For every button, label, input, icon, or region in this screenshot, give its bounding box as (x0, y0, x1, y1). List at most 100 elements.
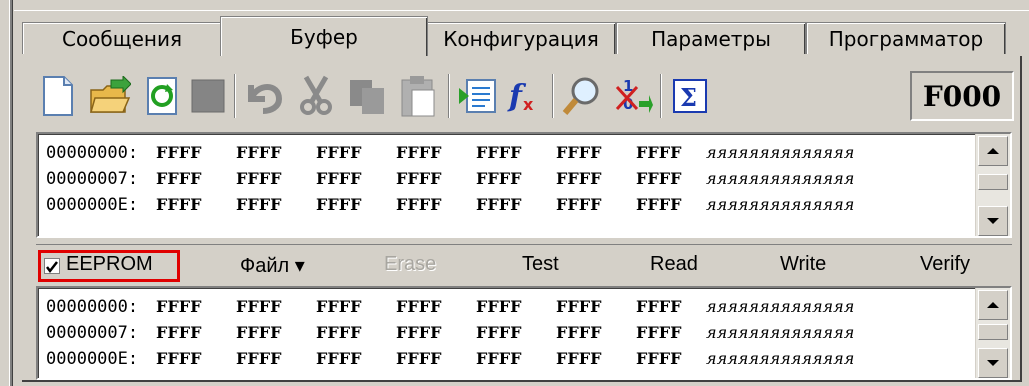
hex-word: FFFF (316, 143, 362, 162)
eeprom-checkbox[interactable] (44, 258, 60, 274)
hex-word: FFFF (636, 323, 682, 342)
buffer-hex-view[interactable]: 00000000: FFFF FFFF FFFF FFFF FFFF FFFF FFFF яяя… (36, 132, 1012, 238)
hex-word: FFFF (156, 297, 202, 316)
toolbar: fx 10 Σ F000 (34, 68, 1014, 124)
tab-label: Буфер (290, 24, 358, 49)
checksum-display: F000 (910, 71, 1014, 121)
panel-edge (12, 0, 17, 386)
scroll-thumb[interactable] (978, 174, 1008, 190)
hex-word: FFFF (236, 195, 282, 214)
hex-address: 00000007: (46, 169, 139, 189)
erase-button[interactable]: Erase (384, 253, 436, 276)
hex-word: FFFF (236, 169, 282, 188)
hex-word: FFFF (396, 143, 442, 162)
hex-row: 0000000E: FFFF FFFF FFFF FFFF FFFF FFFF FFFF яяя… (46, 346, 966, 372)
hex-word: FFFF (156, 169, 202, 188)
scroll-up-button[interactable] (978, 136, 1008, 166)
undo-icon[interactable] (240, 72, 288, 120)
read-button[interactable]: Read (650, 253, 698, 276)
hex-ascii: яяяяяяяяяяяяяя (706, 195, 855, 214)
hex-word: FFFF (316, 297, 362, 316)
hex-word: FFFF (476, 349, 522, 368)
hex-word: FFFF (556, 169, 602, 188)
tab-programmer[interactable]: Программатор (806, 22, 1006, 54)
hex-word: FFFF (556, 323, 602, 342)
svg-text:x: x (523, 95, 534, 114)
function-icon[interactable]: fx (502, 72, 550, 120)
hex-row: 0000000E: FFFF FFFF FFFF FFFF FFFF FFFF FFFF яяя… (46, 192, 966, 218)
hex-word: FFFF (316, 169, 362, 188)
hex-word: FFFF (476, 323, 522, 342)
hex-ascii: яяяяяяяяяяяяяя (706, 143, 855, 162)
hex-word: FFFF (156, 349, 202, 368)
hex-word: FFFF (236, 143, 282, 162)
find-icon[interactable] (558, 72, 606, 120)
hex-ascii: яяяяяяяяяяяяяя (706, 349, 855, 368)
eeprom-hex-view[interactable]: 00000000: FFFF FFFF FFFF FFFF FFFF FFFF FFFF яяя… (36, 286, 1012, 380)
hex-address: 00000000: (46, 143, 139, 163)
hex-row: 00000000: FFFF FFFF FFFF FFFF FFFF FFFF FFFF яяя… (46, 140, 966, 166)
fill-icon[interactable]: 10 (608, 72, 656, 120)
verify-button[interactable]: Verify (920, 253, 970, 276)
hex-word: FFFF (476, 143, 522, 162)
tab-configuration[interactable]: Конфигурация (426, 22, 616, 54)
toolbar-separator (234, 74, 236, 118)
checksum-icon[interactable]: Σ (666, 72, 714, 120)
write-button[interactable]: Write (780, 253, 826, 276)
hex-word: FFFF (396, 297, 442, 316)
hex-word: FFFF (556, 195, 602, 214)
hex-word: FFFF (476, 169, 522, 188)
vertical-scrollbar[interactable] (975, 288, 1010, 378)
scroll-thumb[interactable] (978, 324, 1008, 340)
hex-row: 00000007: FFFF FFFF FFFF FFFF FFFF FFFF FFFF яяя… (46, 320, 966, 346)
hex-word: FFFF (396, 323, 442, 342)
hex-word: FFFF (636, 169, 682, 188)
scroll-up-button[interactable] (978, 290, 1008, 320)
hex-row: 00000007: FFFF FFFF FFFF FFFF FFFF FFFF FFFF яяя… (46, 166, 966, 192)
hex-word: FFFF (556, 143, 602, 162)
test-button[interactable]: Test (522, 253, 559, 276)
hex-word: FFFF (236, 349, 282, 368)
hex-word: FFFF (556, 349, 602, 368)
paste-icon[interactable] (394, 72, 442, 120)
hex-word: FFFF (156, 143, 202, 162)
hex-word: FFFF (636, 349, 682, 368)
hex-word: FFFF (316, 349, 362, 368)
hex-word: FFFF (636, 143, 682, 162)
scroll-down-button[interactable] (978, 348, 1008, 378)
vertical-scrollbar[interactable] (975, 134, 1010, 236)
scroll-down-button[interactable] (978, 206, 1008, 236)
hex-word: FFFF (316, 323, 362, 342)
hex-word: FFFF (396, 349, 442, 368)
open-folder-icon[interactable] (86, 72, 134, 120)
hex-word: FFFF (556, 297, 602, 316)
eeprom-checkbox-label[interactable]: EEPROM (66, 253, 153, 276)
refresh-icon[interactable] (138, 72, 186, 120)
tab-parameters[interactable]: Параметры (616, 22, 806, 54)
splitter-bar[interactable] (0, 0, 12, 386)
hex-rows: 00000000: FFFF FFFF FFFF FFFF FFFF FFFF FFFF яяя… (46, 294, 966, 372)
hex-rows: 00000000: FFFF FFFF FFFF FFFF FFFF FFFF FFFF яяя… (46, 140, 966, 218)
hex-address: 0000000E: (46, 349, 139, 369)
tab-buffer[interactable]: Буфер (220, 16, 428, 56)
cut-icon[interactable] (292, 72, 340, 120)
file-menu[interactable]: Файл ▾ (240, 253, 305, 278)
tab-messages[interactable]: Сообщения (22, 22, 222, 54)
tab-label: Сообщения (61, 26, 183, 51)
hex-word: FFFF (476, 297, 522, 316)
load-buffer-icon[interactable] (454, 72, 502, 120)
tab-label: Программатор (828, 26, 984, 51)
hex-word: FFFF (316, 195, 362, 214)
copy-icon[interactable] (344, 72, 392, 120)
hex-word: FFFF (396, 169, 442, 188)
top-divider (14, 10, 1029, 11)
tab-strip: Сообщения Буфер Конфигурация Параметры П… (22, 16, 1022, 56)
hex-address: 00000000: (46, 297, 139, 317)
new-file-icon[interactable] (34, 72, 82, 120)
hex-address: 0000000E: (46, 195, 139, 215)
hex-word: FFFF (396, 195, 442, 214)
tab-label: Конфигурация (443, 26, 599, 51)
tab-label: Параметры (651, 26, 771, 51)
hex-word: FFFF (156, 195, 202, 214)
stop-icon[interactable] (184, 72, 232, 120)
